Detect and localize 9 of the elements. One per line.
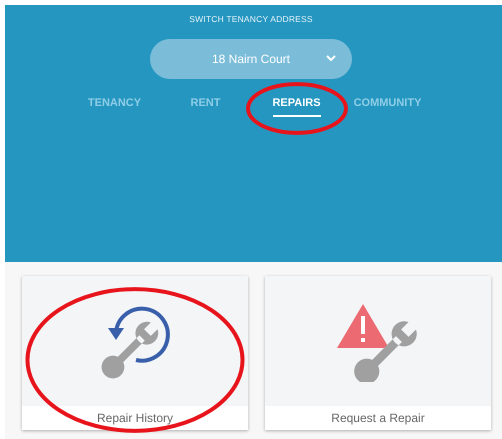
nav-tab[interactable]: TENANCY [69,93,160,117]
nav-tab[interactable]: COMMUNITY [342,93,433,117]
header-title: SWITCH TENANCY ADDRESS [189,14,313,24]
repair-card[interactable]: Repair History [22,276,248,430]
card-label: Request a Repair [265,406,491,430]
nav-tab[interactable]: RENT [160,93,251,117]
repair-card[interactable]: Request a Repair [265,276,491,430]
chevron-down-icon [326,54,336,62]
address-dropdown[interactable]: 18 Nairn Court [150,39,352,79]
